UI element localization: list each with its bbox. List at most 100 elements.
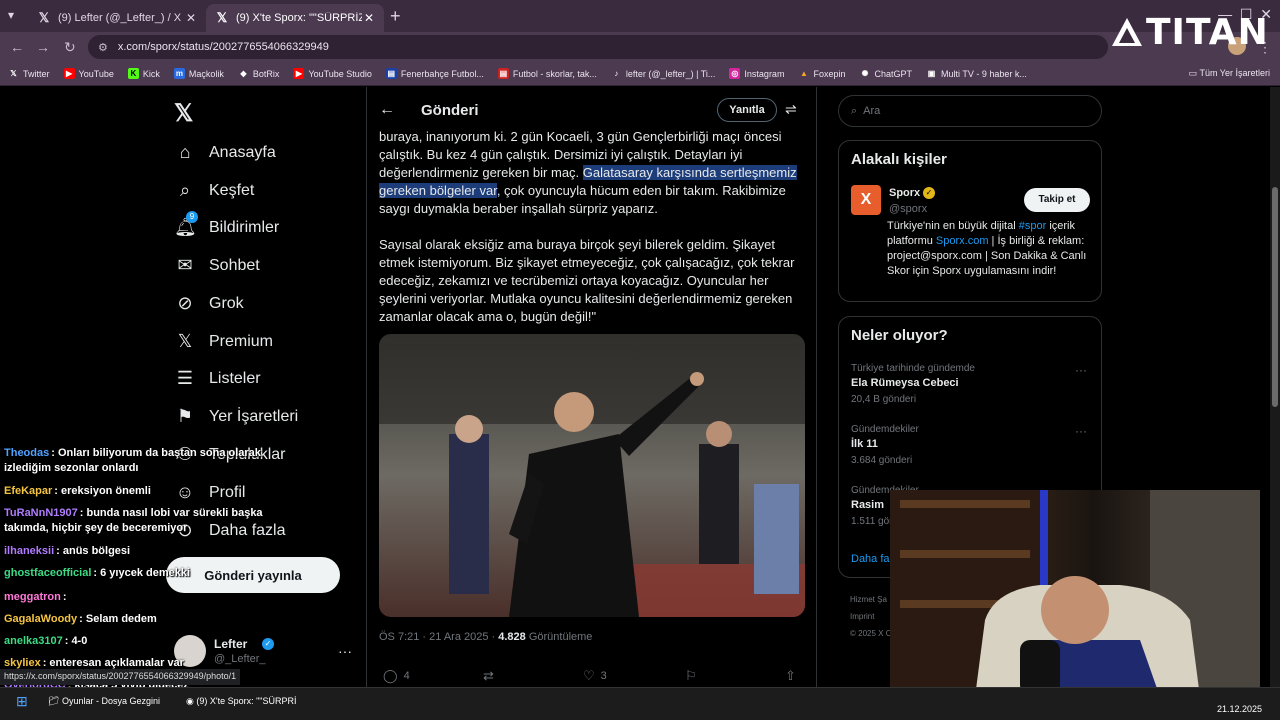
more-options-icon[interactable]: ···	[1075, 363, 1087, 377]
reply-button[interactable]: Yanıtla	[717, 98, 777, 122]
close-tab-icon[interactable]: ✕	[362, 11, 376, 25]
tab-search-icon[interactable]: ▾	[8, 8, 14, 22]
home-icon: ⌂	[179, 142, 191, 162]
bookmark-icon: ⚐	[685, 668, 697, 683]
reload-button[interactable]: ↻	[64, 39, 76, 56]
show-more-link[interactable]: Daha fa	[851, 553, 890, 565]
bookmark-youtube-studio[interactable]: ▶ YouTube Studio	[293, 68, 372, 79]
taskbar-item-explorer[interactable]: 📁︎ Oyunlar - Dosya Gezgini	[48, 696, 160, 707]
follow-button[interactable]: Takip et	[1024, 188, 1090, 212]
page-scrollbar[interactable]	[1270, 87, 1280, 697]
chat-text: : ereksiyon önemli	[54, 485, 151, 497]
footer-link[interactable]: Imprint	[850, 608, 891, 625]
scrollbar-thumb[interactable]	[1272, 187, 1278, 407]
sidebar-item-explore[interactable]: ⌕ Keşfet	[174, 180, 254, 202]
bookmark-multitv[interactable]: ▣ Multi TV - 9 haber k...	[926, 68, 1027, 79]
close-tab-icon[interactable]: ✕	[184, 11, 198, 25]
youtube-icon: ▶	[63, 68, 75, 79]
page-title: Gönderi	[421, 102, 479, 119]
bookmark-foxepin[interactable]: ▲ Foxepin	[798, 68, 846, 79]
post-photo[interactable]	[379, 334, 805, 617]
share-action[interactable]: ⇧	[785, 668, 802, 684]
bookmark-instagram[interactable]: ◎ Instagram	[729, 68, 784, 79]
bookmark-action[interactable]: ⚐	[685, 668, 703, 684]
folder-icon: 📁︎	[48, 696, 62, 706]
footer-link[interactable]: Hizmet Şa	[850, 591, 891, 608]
chat-message: anelka3107: 4-0	[4, 634, 266, 649]
chat-message: ghostfaceofficial: 6 yıycek demekki	[4, 566, 266, 581]
x-icon: 𝕏	[10, 69, 17, 78]
grok-icon: ⊘	[177, 293, 193, 313]
bell-icon: 🔔︎ 9	[174, 211, 198, 237]
chat-username: meggatron	[4, 591, 61, 603]
forward-button[interactable]: →	[36, 39, 50, 55]
titan-logo-mark-icon	[1112, 18, 1142, 46]
bookmark-twitter[interactable]: 𝕏 Twitter	[8, 68, 49, 79]
chat-text: : 6 yıycek demekki	[93, 567, 191, 579]
sidebar-item-home[interactable]: ⌂ Anasayfa	[174, 142, 276, 164]
browser-tab-sporx[interactable]: 𝕏 (9) X'te Sporx: ""SÜRPRİZ YAPM ✕	[206, 4, 384, 32]
sidebar-item-notifications[interactable]: 🔔︎ 9 Bildirimler	[174, 211, 279, 239]
taskbar-item-chrome[interactable]: ◉ (9) X'te Sporx: ""SÜRPRİ	[186, 696, 297, 707]
back-arrow-icon[interactable]: ←	[379, 101, 395, 119]
chat-message: meggatron:	[4, 590, 266, 605]
bookmark-botrix[interactable]: ◆ BotRix	[238, 68, 279, 79]
like-action[interactable]: ♡ 3	[583, 668, 607, 684]
search-icon: ⌕	[851, 104, 858, 117]
tv-icon: ▣	[927, 69, 936, 78]
new-tab-button[interactable]: +	[390, 6, 401, 27]
streamer-webcam	[890, 490, 1260, 697]
sidebar-item-chat[interactable]: ✉ Sohbet	[174, 255, 259, 277]
fox-icon: ▲	[799, 69, 808, 78]
sidebar-item-bookmarks[interactable]: ⚑ Yer İşaretleri	[174, 406, 298, 428]
address-bar[interactable]: ⚙ x.com/sporx/status/2002776554066329949	[88, 35, 1108, 59]
bookmark-mackolik[interactable]: m Maçkolik	[173, 68, 224, 79]
sidebar-item-lists[interactable]: ☰ Listeler	[174, 368, 261, 390]
browser-tab-lefter[interactable]: 𝕏 (9) Lefter (@_Lefter_) / X ✕	[28, 4, 206, 32]
back-button[interactable]: ←	[10, 39, 24, 55]
sidebar-item-premium[interactable]: 𝕏 Premium	[174, 331, 273, 353]
chat-text: : Selam dedem	[79, 613, 157, 625]
more-options-icon[interactable]: ···	[1075, 424, 1087, 438]
mail-icon: ✉	[177, 255, 193, 275]
trends-title: Neler oluyor?	[851, 327, 948, 344]
x-logo-icon[interactable]: 𝕏	[174, 99, 193, 128]
tab-title: (9) Lefter (@_Lefter_) / X	[58, 12, 182, 24]
bookmark-tiktok[interactable]: ♪ lefter (@_lefter_) | Ti...	[611, 68, 715, 79]
chat-message: GagalaWoody: Selam dedem	[4, 612, 266, 627]
url-text: x.com/sporx/status/2002776554066329949	[117, 41, 329, 53]
chat-text: : anüs bölgesi	[56, 545, 131, 557]
mackolik-icon: m	[173, 68, 185, 79]
chat-username: skyliex	[4, 657, 41, 669]
person-bio: Türkiye'nin en büyük dijital #spor içeri…	[887, 220, 1087, 277]
hashtag-link[interactable]: #spor	[1019, 220, 1047, 232]
reply-icon: ◯	[383, 668, 398, 683]
bookmark-futbol[interactable]: ▤ Futbol - skorlar, tak...	[497, 68, 597, 79]
all-bookmarks-folder[interactable]: ▭ Tüm Yer İşaretleri	[1189, 68, 1270, 79]
site-info-icon[interactable]: ⚙	[98, 41, 108, 54]
person-name[interactable]: Sporx	[889, 187, 920, 199]
bookmark-youtube[interactable]: ▶ YouTube	[63, 68, 114, 79]
reply-action[interactable]: ◯ 4	[383, 668, 410, 684]
sidebar-item-grok[interactable]: ⊘ Grok	[174, 293, 243, 315]
botrix-icon: ◆	[240, 69, 247, 78]
chat-message: Theodas: Onları biliyorum da baştan sona…	[4, 446, 266, 476]
taskbar-date: 21.12.2025	[1216, 704, 1262, 714]
website-link[interactable]: Sporx.com	[936, 235, 989, 247]
person-handle: @sporx	[889, 203, 928, 215]
repost-action[interactable]: ⇄	[483, 668, 500, 684]
bookmark-kick[interactable]: K Kick	[127, 68, 160, 79]
notification-badge: 9	[186, 211, 198, 223]
bookmark-chatgpt[interactable]: ✺ ChatGPT	[859, 68, 912, 79]
windows-start-icon[interactable]: ⊞	[16, 693, 28, 710]
more-options-icon[interactable]: ···	[338, 643, 352, 659]
list-icon: ☰	[176, 368, 194, 388]
folder-icon: ▤	[385, 68, 397, 79]
search-input[interactable]: ⌕ Ara	[838, 95, 1102, 127]
bookmark-fenerbahce[interactable]: ▤ Fenerbahçe Futbol...	[385, 68, 484, 79]
sporx-avatar[interactable]: X	[851, 185, 881, 215]
tab-title: (9) X'te Sporx: ""SÜRPRİZ YAPM	[236, 12, 362, 24]
filter-icon[interactable]: ⇌	[785, 101, 797, 118]
gold-verified-icon: ✓	[923, 187, 935, 199]
repost-icon: ⇄	[483, 668, 494, 683]
